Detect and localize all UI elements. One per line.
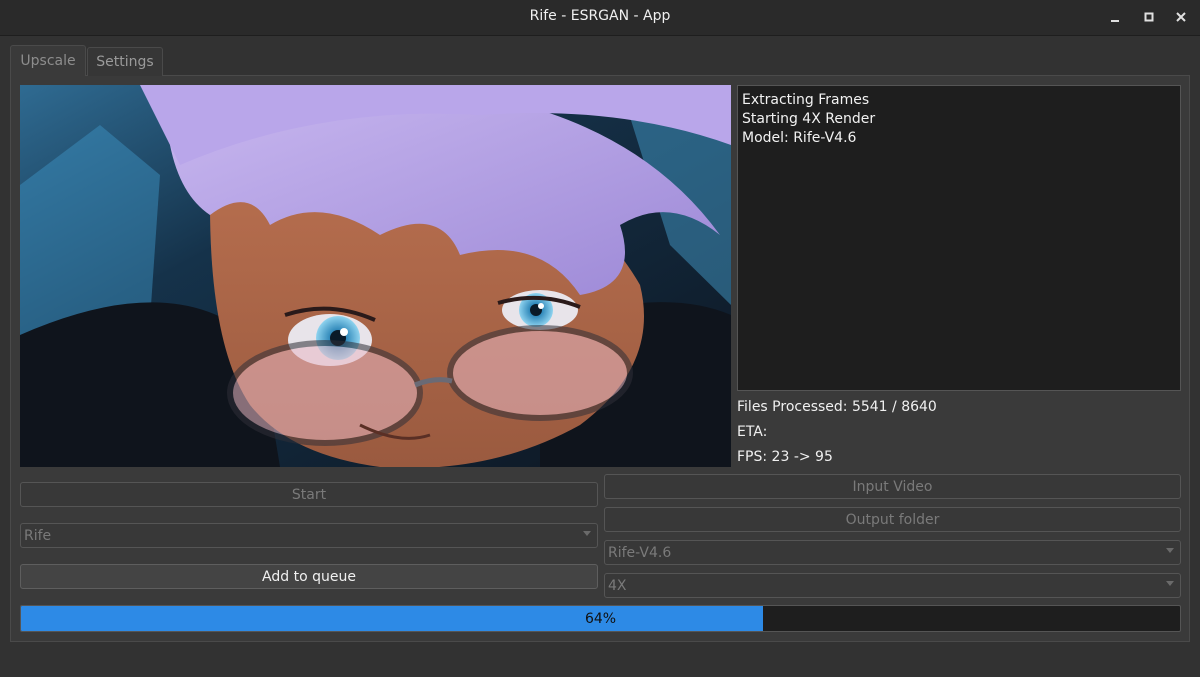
log-line: Model: Rife-V4.6 [742, 130, 857, 146]
model-select[interactable]: Rife-V4.6 [604, 540, 1181, 565]
tab-upscale[interactable]: Upscale [10, 45, 86, 76]
log-line: Extracting Frames [742, 92, 870, 108]
files-processed-label: Files Processed: 5541 / 8640 [737, 399, 937, 415]
chevron-down-icon [1166, 548, 1174, 553]
maximize-icon[interactable] [1139, 7, 1159, 27]
window-title: Rife - ESRGAN - App [529, 8, 671, 24]
close-icon[interactable] [1171, 7, 1191, 27]
minimize-icon[interactable] [1105, 7, 1125, 27]
render-progress-bar: 64% [20, 605, 1181, 632]
interpolator-select[interactable]: Rife [20, 523, 598, 548]
chevron-down-icon [1166, 581, 1174, 586]
fps-label: FPS: 23 -> 95 [737, 449, 833, 465]
log-output[interactable]: Extracting Frames Starting 4X Render Mod… [737, 85, 1181, 391]
eta-label: ETA: [737, 424, 768, 440]
interpolator-select-value: Rife [24, 527, 52, 544]
anime-character-frame [20, 85, 731, 467]
video-preview-image [20, 85, 731, 467]
input-video-button[interactable]: Input Video [604, 474, 1181, 499]
multiplier-select-value: 4X [608, 577, 627, 594]
title-bar[interactable]: Rife - ESRGAN - App [0, 0, 1200, 36]
tab-settings[interactable]: Settings [87, 47, 163, 76]
log-line: Starting 4X Render [742, 111, 876, 127]
output-folder-button[interactable]: Output folder [604, 507, 1181, 532]
add-to-queue-button[interactable]: Add to queue [20, 564, 598, 589]
start-button[interactable]: Start [20, 482, 598, 507]
progress-label: 64% [584, 611, 617, 627]
model-select-value: Rife-V4.6 [608, 544, 672, 561]
app-window: Rife - ESRGAN - App Upscale Settings Ext… [0, 0, 1200, 677]
chevron-down-icon [583, 531, 591, 536]
multiplier-select[interactable]: 4X [604, 573, 1181, 598]
